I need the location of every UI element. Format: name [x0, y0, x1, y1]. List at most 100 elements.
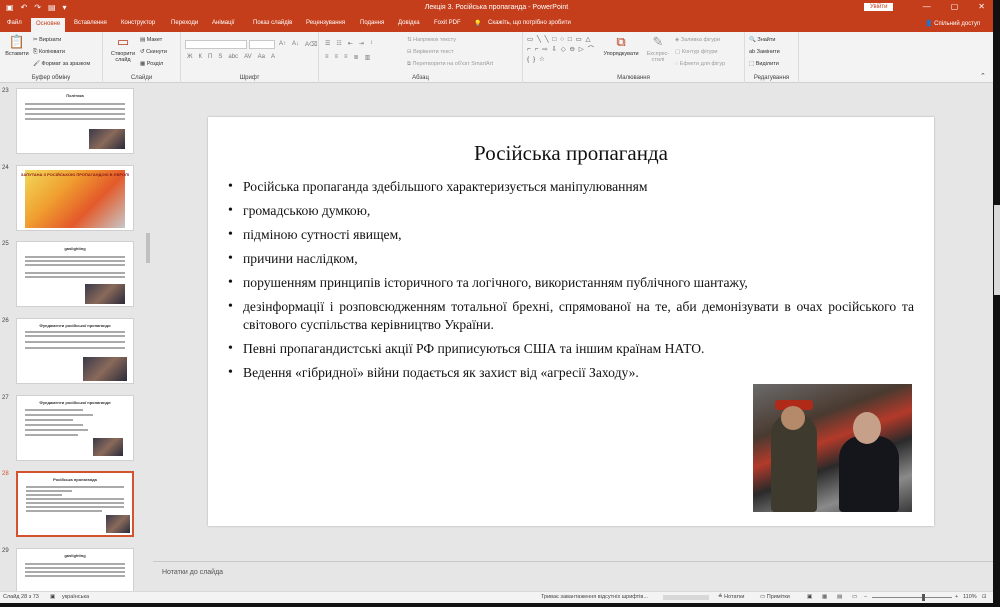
select-button[interactable]: ⬚ Виділити: [749, 61, 779, 67]
notes-toggle[interactable]: ≙ Нотатки: [718, 594, 744, 600]
change-case-icon[interactable]: Aa: [258, 54, 265, 60]
shrink-font-icon[interactable]: A↓: [292, 41, 299, 48]
thumbnail-text-line: [25, 419, 73, 421]
tab-transitions[interactable]: Переходи: [171, 20, 198, 26]
decrease-indent-icon[interactable]: ⇤: [348, 40, 353, 47]
person-icon: 👤: [925, 21, 935, 27]
paragraph-group-label: Абзац: [412, 75, 429, 81]
font-size-combo[interactable]: [249, 40, 275, 49]
shape-outline-button[interactable]: ▢ Контур фігури: [675, 49, 717, 55]
font-color-icon[interactable]: A: [271, 54, 275, 60]
close-icon[interactable]: ✕: [978, 2, 985, 11]
zoom-slider[interactable]: [872, 597, 952, 598]
slide-thumbnail-23[interactable]: Політика: [16, 88, 134, 154]
slide-title[interactable]: Російська пропаганда: [208, 141, 934, 166]
spelling-icon[interactable]: ▣: [50, 594, 55, 600]
bullet-item: причини наслідком,: [228, 250, 914, 268]
tab-view[interactable]: Подання: [360, 20, 384, 26]
bullets-icon[interactable]: ☰: [325, 40, 330, 47]
slide-bullet-list[interactable]: Російська пропаганда здебільшого характе…: [228, 178, 914, 388]
shape-fill-button[interactable]: ◈ Заливка фігури: [675, 37, 720, 43]
copy-button[interactable]: ⎘ Копіювати: [33, 49, 65, 56]
ribbon-tabs: Файл Основне Вставлення Конструктор Пере…: [0, 17, 993, 32]
slide-thumbnail-25[interactable]: gaslighting: [16, 241, 134, 307]
zoom-slider-thumb[interactable]: [922, 594, 925, 601]
align-right-icon[interactable]: ≡: [344, 54, 348, 61]
numbering-icon[interactable]: ☷: [336, 40, 341, 47]
slide-thumbnail-28[interactable]: Російська пропаганда: [16, 471, 134, 537]
clear-format-icon[interactable]: A⌫: [305, 41, 318, 48]
underline-icon[interactable]: П: [208, 54, 212, 60]
current-slide[interactable]: Російська пропаганда Російська пропаганд…: [208, 117, 934, 526]
quick-styles-button[interactable]: ✎ Експрес-стилі: [641, 35, 675, 64]
strikethrough-icon[interactable]: abc: [228, 54, 238, 60]
thumbnail-scrollbar[interactable]: [146, 233, 150, 263]
normal-view-icon[interactable]: ▣: [807, 594, 812, 600]
paragraph-group: ☰ ☷ ⇤ ⇥ ↕ ≡ ≡ ≡ ≣ ▥ ⇅ Напрямок тексту ⊟ …: [319, 32, 523, 83]
shapes-gallery[interactable]: ▭ ╲ ╲ □ ○ □ ▭ △ ⌐ ⌐ ⇨ ⇩ ◇ ⊖ ▷ ⌒ { } ☆: [527, 35, 599, 67]
comments-toggle[interactable]: ▭ Примітки: [760, 594, 790, 600]
section-button[interactable]: ▦ Розділ: [140, 61, 163, 67]
align-text-button[interactable]: ⊟ Вирівняти текст: [407, 49, 453, 55]
font-loading-status: Триває завантаження відсутніх шрифтів...: [541, 594, 648, 600]
grow-font-icon[interactable]: A↑: [279, 41, 286, 48]
tab-insert[interactable]: Вставлення: [74, 20, 107, 26]
font-name-combo[interactable]: [185, 40, 247, 49]
fit-to-window-icon[interactable]: ⊡: [982, 594, 987, 600]
tab-animations[interactable]: Анімації: [212, 20, 235, 26]
zoom-out-icon[interactable]: −: [864, 594, 867, 600]
increase-indent-icon[interactable]: ⇥: [359, 40, 364, 47]
new-slide-button[interactable]: ▭ Створити слайд: [106, 35, 140, 64]
bold-icon[interactable]: Ж: [187, 54, 193, 60]
slide-thumbnail-27[interactable]: Фундаменти російської пропаганди: [16, 395, 134, 461]
tell-me-search[interactable]: Скажіть, що потрібно зробити: [488, 20, 571, 26]
language-indicator[interactable]: українська: [62, 594, 89, 600]
reset-button[interactable]: ↺ Скинути: [140, 49, 167, 55]
tab-help[interactable]: Довідка: [398, 20, 420, 26]
tab-review[interactable]: Рецензування: [306, 20, 345, 26]
slide-thumbnail-24[interactable]: ЗАПУТАНА З РОСІЙСЬКОЮ ПРОПАГАНДОЮ В ЄВРО…: [16, 165, 134, 231]
columns-icon[interactable]: ▥: [365, 54, 371, 61]
collapse-ribbon-icon[interactable]: ⌃: [980, 72, 986, 80]
tab-slideshow[interactable]: Показ слайдів: [253, 20, 292, 26]
paste-button[interactable]: 📋 Вставити: [2, 35, 32, 58]
justify-icon[interactable]: ≣: [354, 54, 359, 61]
arrange-button[interactable]: ⧉ Упорядкувати: [601, 35, 641, 58]
slide-picture[interactable]: [753, 384, 912, 512]
shape-effects-button[interactable]: ◌ Ефекти для фігур: [675, 61, 725, 67]
cut-button[interactable]: ✂ Вирізати: [33, 37, 61, 43]
tab-home[interactable]: Основне: [31, 18, 66, 32]
smartart-button[interactable]: ⧉ Перетворити на об'єкт SmartArt: [407, 61, 493, 68]
zoom-in-icon[interactable]: +: [955, 594, 958, 600]
reading-view-icon[interactable]: ▤: [837, 594, 842, 600]
notes-pane[interactable]: Нотатки до слайда: [153, 561, 993, 591]
slide-sorter-icon[interactable]: ▦: [822, 594, 827, 600]
sign-in-button[interactable]: Увійти: [864, 3, 894, 11]
slides-group: ▭ Створити слайд ▤ Макет ↺ Скинути ▦ Роз…: [103, 32, 181, 83]
format-painter-button[interactable]: 🖌 Формат за зразком: [33, 61, 90, 67]
tab-foxit[interactable]: Foxit PDF: [434, 20, 461, 26]
slide-thumbnail-26[interactable]: Фундаменти російської пропаганди: [16, 318, 134, 384]
spacing-icon[interactable]: AV: [244, 54, 252, 60]
layout-button[interactable]: ▤ Макет: [140, 37, 162, 43]
zoom-level[interactable]: 110%: [963, 594, 977, 600]
minimize-icon[interactable]: —: [923, 2, 931, 11]
find-button[interactable]: 🔍 Знайти: [749, 37, 775, 43]
tab-design[interactable]: Конструктор: [121, 20, 155, 26]
line-spacing-icon[interactable]: ↕: [370, 40, 373, 47]
title-bar: ▣ ↶ ↷ ▤ ▾ Лекція 3. Російська пропаганда…: [0, 0, 993, 17]
bullet-item: підміною сутності явищем,: [228, 226, 914, 244]
tab-file[interactable]: Файл: [7, 20, 22, 26]
share-button[interactable]: 👤 Спільний доступ: [925, 20, 980, 27]
align-left-icon[interactable]: ≡: [325, 54, 329, 61]
italic-icon[interactable]: К: [199, 54, 203, 60]
text-direction-button[interactable]: ⇅ Напрямок тексту: [407, 37, 456, 43]
slideshow-view-icon[interactable]: ▭: [852, 594, 857, 600]
align-center-icon[interactable]: ≡: [335, 54, 339, 61]
shadow-icon[interactable]: S: [218, 54, 222, 60]
bullet-item: громадською думкою,: [228, 202, 914, 220]
slide-thumbnail-29[interactable]: gaslighting: [16, 548, 134, 591]
replace-button[interactable]: ab Замінити: [749, 49, 780, 55]
font-group: A↑ A↓ A⌫ Ж К П S abc AV Aa A Шрифт: [181, 32, 319, 83]
maximize-icon[interactable]: ▢: [951, 2, 959, 11]
